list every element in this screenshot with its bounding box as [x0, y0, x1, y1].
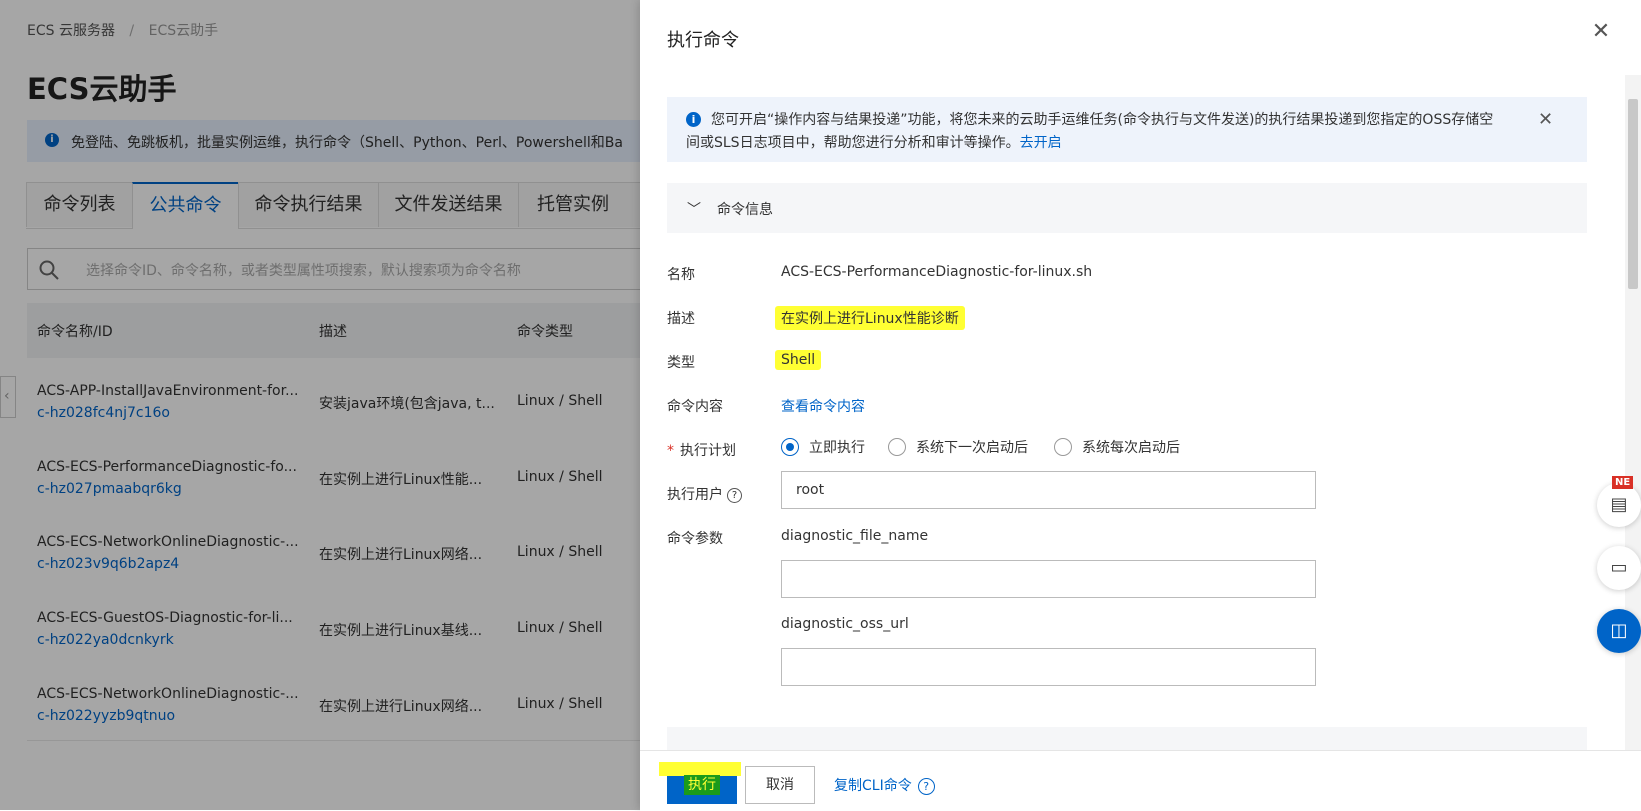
command-info-section-header[interactable]: ﹀ 命令信息: [667, 183, 1587, 233]
diagnostic-file-name-input[interactable]: [781, 560, 1316, 598]
name-value: ACS-ECS-PerformanceDiagnostic-for-linux.…: [781, 264, 1093, 280]
chevron-down-icon: ﹀: [687, 202, 701, 218]
apps-icon[interactable]: ◫: [1597, 609, 1641, 653]
notice-line2-text: 间或SLS日志项目中，帮助您进行分析和审计等操作。: [686, 135, 1020, 151]
collapsed-section: [667, 727, 1587, 750]
copy-cli-command-link[interactable]: 复制CLI命令?: [834, 775, 935, 795]
radio-every-boot[interactable]: 系统每次启动后: [1054, 437, 1180, 457]
execute-button[interactable]: 执行: [659, 762, 741, 804]
help-icon[interactable]: ?: [917, 777, 935, 795]
scrollbar-thumb[interactable]: [1628, 99, 1638, 289]
info-icon: i: [686, 112, 701, 127]
type-label: 类型: [667, 355, 695, 371]
execution-plan-label-text: 执行计划: [680, 443, 736, 459]
enable-delivery-link[interactable]: 去开启: [1020, 135, 1062, 151]
delivery-notice: i 您可开启“操作内容与结果投递”功能，将您未来的云助手运维任务(命令执行与文件…: [667, 97, 1587, 162]
description-value: 在实例上进行Linux性能诊断: [775, 306, 965, 330]
radio-next-boot[interactable]: 系统下一次启动后: [888, 437, 1028, 457]
execute-command-drawer: 执行命令 ✕ i 您可开启“操作内容与结果投递”功能，将您未来的云助手运维任务(…: [640, 0, 1641, 811]
name-label: 名称: [667, 267, 695, 283]
chat-icon[interactable]: ▭: [1597, 546, 1641, 590]
execution-user-input[interactable]: root: [781, 471, 1316, 509]
command-params-label: 命令参数: [667, 531, 723, 547]
help-icon[interactable]: ?: [727, 487, 742, 503]
execute-button-label: 执行: [684, 775, 720, 795]
param-diagnostic-file-name-label: diagnostic_file_name: [781, 528, 929, 544]
close-icon[interactable]: ✕: [1589, 20, 1613, 44]
section-title: 命令信息: [717, 202, 773, 218]
overlay-mask[interactable]: [0, 0, 640, 810]
execution-plan-label: * 执行计划: [667, 440, 736, 460]
cancel-button[interactable]: 取消: [745, 766, 815, 804]
command-content-label: 命令内容: [667, 399, 723, 415]
copy-cli-label: 复制CLI命令: [834, 778, 912, 794]
radio-next-boot-label: 系统下一次启动后: [916, 440, 1028, 456]
docs-icon[interactable]: ▤: [1597, 483, 1641, 527]
notice-close-icon[interactable]: ✕: [1538, 109, 1553, 130]
required-marker: *: [667, 443, 674, 459]
radio-dot-selected: [781, 438, 799, 456]
view-command-content-link[interactable]: 查看命令内容: [781, 396, 865, 416]
radio-dot: [1054, 438, 1072, 456]
drawer-title: 执行命令: [667, 30, 739, 51]
radio-run-now[interactable]: 立即执行: [781, 437, 865, 457]
notice-line2: 间或SLS日志项目中，帮助您进行分析和审计等操作。去开启: [686, 132, 1062, 152]
diagnostic-oss-url-input[interactable]: [781, 648, 1316, 686]
highlight-mark: [659, 762, 741, 776]
param-diagnostic-oss-url-label: diagnostic_oss_url: [781, 616, 909, 632]
drawer-footer: 执行 取消 复制CLI命令?: [640, 750, 1641, 811]
description-label: 描述: [667, 311, 695, 327]
execution-user-label-text: 执行用户: [667, 487, 723, 503]
radio-run-now-label: 立即执行: [809, 440, 865, 456]
execution-user-label: 执行用户?: [667, 484, 742, 504]
radio-dot: [888, 438, 906, 456]
type-value: Shell: [775, 350, 822, 370]
notice-line1: 您可开启“操作内容与结果投递”功能，将您未来的云助手运维任务(命令执行与文件发送…: [711, 112, 1494, 128]
radio-every-boot-label: 系统每次启动后: [1082, 440, 1180, 456]
new-badge: NE: [1612, 476, 1634, 489]
